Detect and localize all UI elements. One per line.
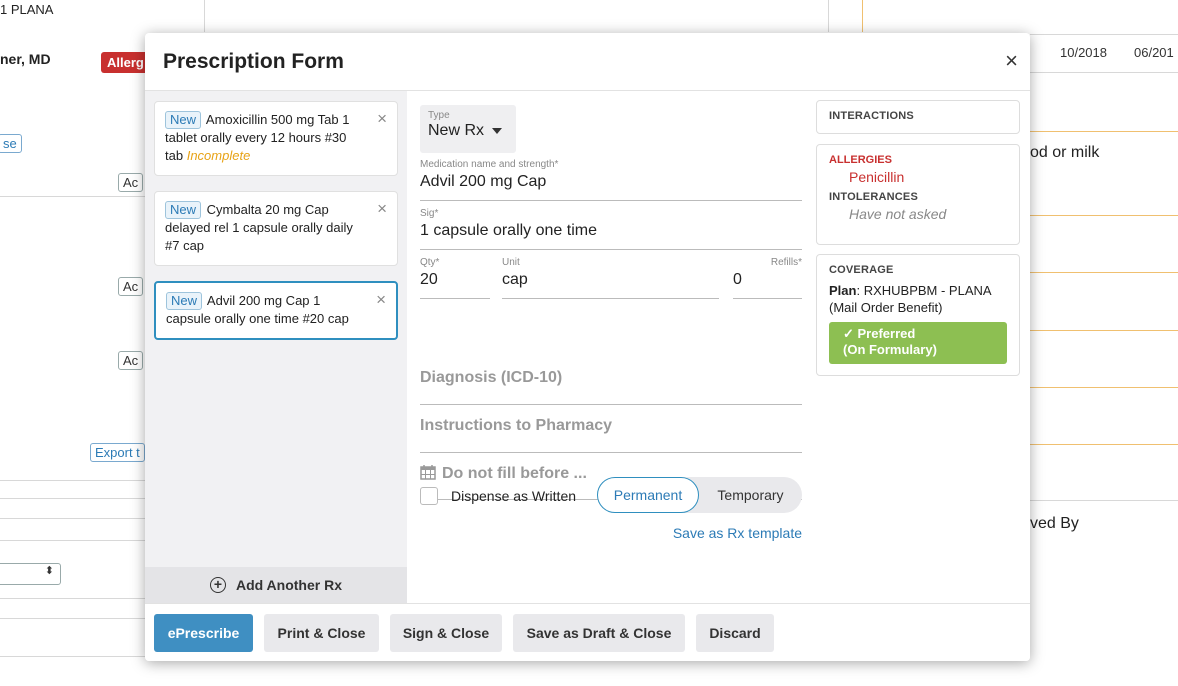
qty-label: Qty*: [420, 257, 440, 268]
pharmacy-instructions-field[interactable]: Instructions to Pharmacy: [420, 417, 802, 453]
bg-ac-button[interactable]: Ac: [118, 351, 144, 370]
bg-date-label: 10/2018: [1060, 45, 1107, 60]
sign-close-button[interactable]: Sign & Close: [390, 614, 502, 652]
medication-field[interactable]: Medication name and strength* Advil 200 …: [420, 159, 802, 201]
formulary-status-badge: ✓ Preferred (On Formulary): [829, 322, 1007, 364]
fill-date-placeholder: Do not fill before ...: [442, 465, 587, 482]
temporary-option[interactable]: Temporary: [699, 477, 802, 513]
rx-list-item[interactable]: New Amoxicillin 500 mg Tab 1 tablet oral…: [154, 101, 398, 176]
dispense-as-written-checkbox[interactable]: [420, 487, 438, 505]
allergy-value: Penicillin: [849, 169, 905, 185]
allergies-panel: ALLERGIES Penicillin INTOLERANCES Have n…: [816, 144, 1020, 245]
dispense-as-written-label: Dispense as Written: [451, 488, 577, 504]
intolerances-heading: INTOLERANCES: [829, 191, 918, 203]
bg-export-button[interactable]: Export t: [90, 443, 145, 462]
plus-circle-icon: +: [209, 577, 226, 593]
type-label: Type: [428, 110, 450, 121]
calendar-icon: [420, 464, 436, 485]
new-badge: New: [165, 201, 202, 219]
incomplete-status: Incomplete: [186, 148, 251, 163]
refills-label: Refills*: [770, 257, 802, 268]
allergies-heading: ALLERGIES: [829, 154, 892, 166]
modal-header: Prescription Form ×: [145, 33, 1030, 91]
medication-label: Medication name and strength*: [420, 159, 559, 170]
medication-value: Advil 200 mg Cap: [420, 173, 547, 190]
coverage-heading: COVERAGE: [829, 264, 894, 276]
unit-value: cap: [502, 271, 528, 288]
intolerances-value: Have not asked: [849, 206, 947, 222]
permanence-toggle: Permanent Temporary: [597, 477, 802, 513]
prescription-modal: Prescription Form × New Amoxicillin 500 …: [145, 33, 1030, 661]
bg-approved-by: ved By: [1030, 515, 1079, 532]
type-dropdown[interactable]: Type New Rx: [420, 105, 516, 153]
rx-form: Type New Rx Medication name and strength…: [420, 91, 802, 603]
remove-rx-icon[interactable]: ×: [377, 200, 387, 218]
unit-field[interactable]: Unit cap: [502, 257, 719, 299]
qty-field[interactable]: Qty* 20: [420, 257, 490, 299]
bg-plan-text: 1 PLANA: [0, 2, 54, 17]
modal-title: Prescription Form: [163, 50, 344, 73]
print-close-button[interactable]: Print & Close: [264, 614, 379, 652]
rx-list-item-selected[interactable]: New Advil 200 mg Cap 1 capsule orally on…: [154, 281, 398, 340]
qty-value: 20: [420, 271, 438, 288]
bg-select[interactable]: ⬍: [0, 563, 61, 585]
rx-list-item[interactable]: New Cymbalta 20 mg Cap delayed rel 1 cap…: [154, 191, 398, 266]
refills-value: 0: [733, 271, 742, 288]
check-icon: ✓: [843, 326, 858, 341]
type-value: New Rx: [428, 122, 485, 139]
remove-rx-icon[interactable]: ×: [377, 110, 387, 128]
discard-button[interactable]: Discard: [696, 614, 774, 652]
bg-food-text: od or milk: [1030, 144, 1100, 161]
add-rx-label: Add Another Rx: [235, 577, 343, 593]
rx-list-panel: New Amoxicillin 500 mg Tab 1 tablet oral…: [145, 91, 407, 603]
sig-value: 1 capsule orally one time: [420, 222, 597, 239]
add-another-rx-button[interactable]: + Add Another Rx: [145, 567, 407, 603]
preferred-label: Preferred: [857, 326, 916, 341]
caret-down-icon: [492, 127, 503, 134]
interactions-panel: INTERACTIONS: [816, 100, 1020, 134]
remove-rx-icon[interactable]: ×: [376, 291, 386, 309]
bg-doctor-name: ner, MD: [0, 51, 51, 67]
sig-label: Sig*: [420, 208, 439, 219]
on-formulary-label: (On Formulary): [843, 342, 937, 357]
save-rx-template-link[interactable]: Save as Rx template: [673, 525, 802, 541]
diagnosis-field[interactable]: Diagnosis (ICD-10): [420, 369, 802, 405]
bg-ac-button[interactable]: Ac: [118, 277, 144, 296]
new-badge: New: [166, 292, 203, 310]
eprescribe-button[interactable]: ePrescribe: [154, 614, 253, 652]
bg-date-label: 06/201: [1134, 45, 1174, 60]
new-badge: New: [165, 111, 202, 129]
close-icon[interactable]: ×: [1005, 49, 1018, 73]
select-arrows-icon: ⬍: [44, 565, 54, 577]
interactions-heading: INTERACTIONS: [829, 110, 914, 122]
coverage-panel: COVERAGE Plan: RXHUBPBM - PLANA (Mail Or…: [816, 254, 1020, 376]
save-draft-close-button[interactable]: Save as Draft & Close: [513, 614, 685, 652]
permanent-option[interactable]: Permanent: [597, 477, 699, 513]
plan-label: Plan: [829, 283, 857, 298]
bg-ac-button[interactable]: Ac: [118, 173, 144, 192]
unit-label: Unit: [502, 257, 520, 268]
refills-field[interactable]: Refills* 0: [733, 257, 802, 299]
bg-allergy-badge[interactable]: Allerg: [101, 52, 150, 73]
modal-footer: ePrescribe Print & Close Sign & Close Sa…: [145, 603, 1030, 661]
sig-field[interactable]: Sig* 1 capsule orally one time: [420, 208, 802, 250]
diagnosis-placeholder: Diagnosis (ICD-10): [420, 369, 563, 386]
pharmacy-instructions-placeholder: Instructions to Pharmacy: [420, 417, 613, 434]
bg-se-button[interactable]: se: [0, 134, 22, 153]
